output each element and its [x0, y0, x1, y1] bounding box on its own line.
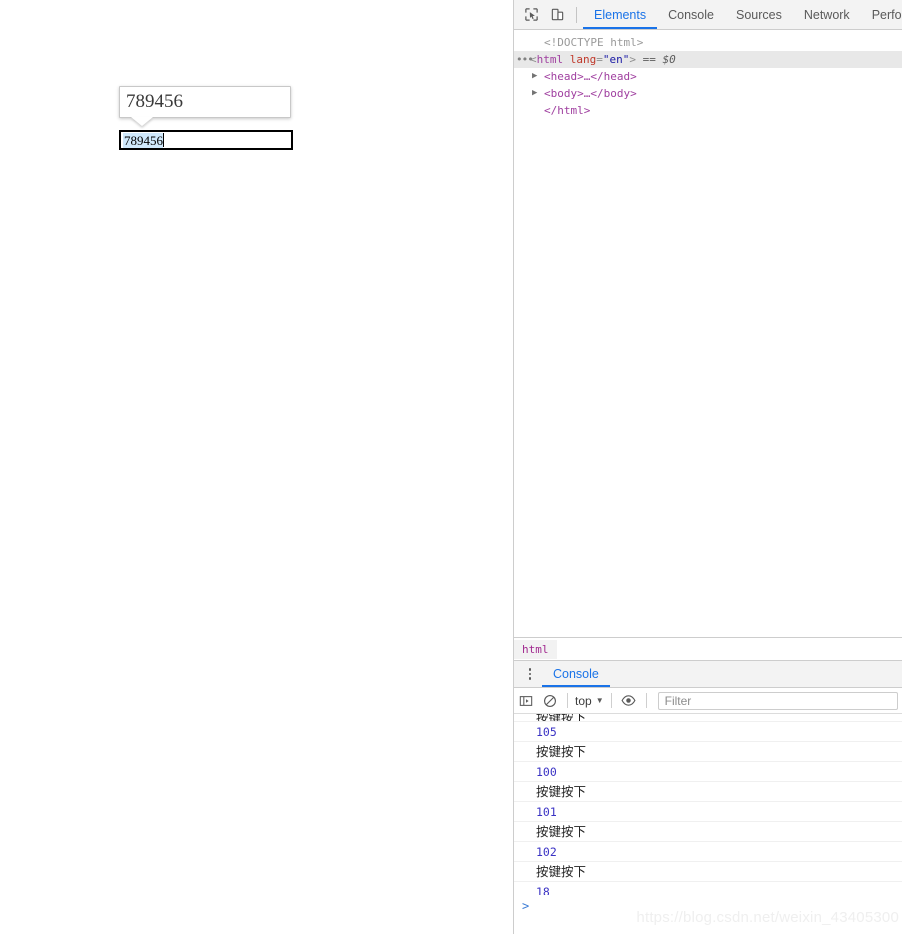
more-options-kebab-icon[interactable]: [518, 662, 542, 686]
autocomplete-tail: [131, 117, 153, 126]
console-log-entry[interactable]: 按键按下: [514, 822, 902, 842]
console-toolbar-divider: [567, 693, 568, 708]
tab-console[interactable]: Console: [657, 0, 725, 29]
console-context-label: top: [575, 693, 592, 708]
console-log-entry[interactable]: 102: [514, 842, 902, 862]
tag-name-html: html: [536, 53, 564, 66]
body-node-text: <body>…</body>: [544, 87, 637, 100]
tab-network[interactable]: Network: [793, 0, 861, 29]
angle-close: >: [629, 53, 636, 66]
tab-elements[interactable]: Elements: [583, 0, 658, 29]
drawer-tab-console[interactable]: Console: [542, 661, 610, 687]
attr-name-lang: lang: [569, 53, 597, 66]
text-caret: [163, 133, 164, 147]
marker-space: [636, 53, 643, 66]
console-log-entry[interactable]: 100: [514, 762, 902, 782]
tab-performance[interactable]: Perform: [861, 0, 902, 29]
console-toolbar-divider: [610, 693, 612, 708]
console-prompt[interactable]: >: [514, 895, 902, 917]
breadcrumb: html: [514, 637, 902, 661]
text-input[interactable]: 789456: [119, 130, 293, 150]
inspect-cursor-icon[interactable]: [518, 2, 544, 28]
devtools-toolbar: Elements Console Sources Network Perform: [514, 0, 902, 30]
console-sidebar-icon[interactable]: [514, 689, 538, 713]
clear-console-icon[interactable]: [538, 689, 562, 713]
console-filter-input[interactable]: [657, 691, 898, 710]
console-log-entry[interactable]: 18: [514, 882, 902, 895]
dom-row-body[interactable]: ▶ <body>…</body>: [514, 85, 902, 102]
html-close-text: </html>: [544, 104, 591, 117]
console-prompt-symbol: >: [522, 899, 530, 913]
console-log-list[interactable]: 按键按下 105 按键按下 100 按键按下 101 按键按下 102 按键按下…: [514, 714, 902, 895]
chevron-down-icon: ▼: [595, 696, 604, 705]
rendered-page-pane: 789456 789456: [0, 0, 513, 934]
console-log-entry[interactable]: 105: [514, 722, 902, 742]
collapse-ellipsis-icon: •••: [516, 53, 534, 66]
device-toolbar-icon[interactable]: [544, 2, 570, 28]
dom-row-doctype[interactable]: <!DOCTYPE html>: [514, 34, 902, 51]
breadcrumb-item-html[interactable]: html: [514, 639, 557, 659]
text-input-value: 789456: [123, 132, 163, 148]
console-toolbar-divider: [645, 693, 647, 708]
dom-row-html[interactable]: ••• <html lang="en"> == $0: [514, 51, 902, 68]
console-context-selector[interactable]: top ▼: [573, 694, 606, 708]
tab-sources[interactable]: Sources: [725, 0, 793, 29]
dom-row-html-close[interactable]: </html>: [514, 102, 902, 119]
devtools-panel: Elements Console Sources Network Perform…: [514, 0, 902, 934]
console-log-entry[interactable]: 按键按下: [514, 862, 902, 882]
dom-tree: <!DOCTYPE html> ••• <html lang="en"> == …: [514, 30, 902, 637]
console-log-entry[interactable]: 按键按下: [514, 742, 902, 762]
console-log-entry[interactable]: 按键按下: [514, 714, 902, 722]
chevron-right-icon[interactable]: ▶: [532, 68, 537, 85]
console-toolbar: top ▼: [514, 688, 902, 714]
attr-equals: =: [596, 53, 603, 66]
doctype-text: <!DOCTYPE html>: [544, 36, 644, 49]
dom-row-head[interactable]: ▶ <head>…</head>: [514, 68, 902, 85]
head-node-text: <head>…</head>: [544, 70, 637, 83]
attr-space: [563, 53, 570, 66]
live-expression-eye-icon[interactable]: [617, 689, 641, 713]
chevron-right-icon[interactable]: ▶: [532, 85, 537, 102]
attr-value-lang: "en": [602, 53, 630, 66]
console-log-entry[interactable]: 按键按下: [514, 782, 902, 802]
autocomplete-suggestion-popup[interactable]: 789456: [119, 86, 291, 118]
selected-node-marker: == $0: [642, 53, 676, 66]
autocomplete-option[interactable]: 789456: [120, 87, 290, 117]
console-log-entry[interactable]: 101: [514, 802, 902, 822]
drawer-tabbar: Console: [514, 661, 902, 688]
toolbar-divider: [576, 6, 577, 23]
